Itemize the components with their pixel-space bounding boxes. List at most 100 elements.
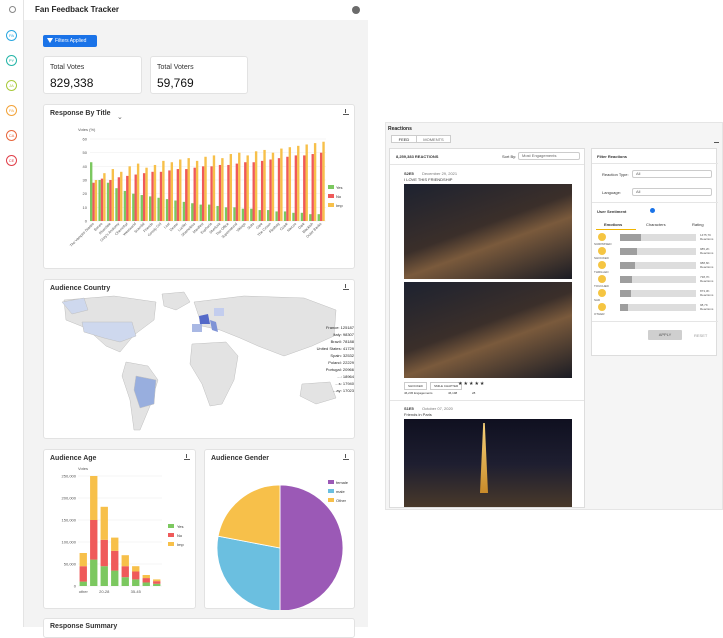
filters-applied-button[interactable]: Filters Applied (43, 35, 97, 47)
bar (311, 154, 314, 221)
emotion-bar-fill (620, 234, 642, 241)
bar (120, 171, 123, 221)
emotion-count: 988,6K Reactions (700, 261, 714, 269)
bar (233, 207, 236, 221)
tag-shocked[interactable]: SHOCKED (404, 382, 427, 390)
emotion-label: SHOCKED (594, 256, 609, 260)
emotion-bar[interactable] (620, 262, 696, 269)
bar (191, 203, 194, 221)
emotion-list: SURPRISED 1475,7K Reactions SHOCKED 985,2K … (592, 233, 718, 317)
tab-feed[interactable]: FEED (391, 135, 417, 143)
bar (109, 180, 112, 221)
info-icon[interactable] (650, 208, 655, 213)
legend-label: male (336, 489, 345, 494)
emotion-count: 873,3K Reactions (700, 289, 714, 297)
bar (204, 156, 207, 221)
reactions-panel: Reactions FEED MOMENTS 8,259,383 REACTIO… (385, 122, 723, 510)
y-tick-label: 50 (83, 150, 88, 155)
y-tick-label: 200,000 (62, 496, 77, 501)
tab-emotions[interactable]: Emotions (604, 222, 622, 227)
bar (275, 211, 278, 221)
response-by-title-chart: Votes (%) 0 10 20 30 40 50 60 The Vampire Diarie… (69, 114, 343, 248)
sentiment-label: User Sentiment (597, 209, 627, 214)
bar (132, 579, 140, 586)
map-usa (81, 321, 137, 343)
language-select[interactable]: All (632, 188, 712, 196)
bar (246, 155, 249, 221)
bar (159, 171, 163, 221)
eiffel-tower-shape (480, 423, 488, 493)
rail-item[interactable]: PA (6, 105, 17, 116)
bar (153, 583, 161, 586)
kpi-value: 59,769 (157, 76, 194, 90)
pie-slice (279, 484, 344, 610)
emotion-bar[interactable] (620, 248, 696, 255)
country-value: ...ay: 17023 (333, 388, 354, 393)
audience-country-card: Audience Country France: 125187 Italy: 98… (43, 279, 355, 439)
tab-characters[interactable]: Characters (646, 222, 666, 227)
post-image-bottom[interactable] (404, 282, 572, 378)
download-icon[interactable] (714, 138, 719, 143)
bar (292, 212, 295, 221)
bar (111, 169, 115, 221)
bar (90, 162, 93, 221)
bar (271, 152, 275, 221)
bar (269, 159, 272, 221)
bar (286, 156, 289, 221)
bar (132, 566, 140, 572)
bar (185, 169, 188, 221)
tab-moments[interactable]: MOMENTS (417, 135, 451, 143)
emotion-icon (598, 247, 606, 255)
total-votes-card: Total Votes 829,338 (43, 56, 142, 94)
bar (260, 160, 264, 221)
bar (267, 210, 270, 221)
response-summary-card: Response Summary (43, 618, 355, 638)
rating-stars-icon: ★★★★★ (458, 381, 486, 387)
audience-gender-chart: female male Other (216, 480, 349, 610)
legend-swatch (328, 498, 334, 502)
bar (218, 164, 222, 221)
bar (305, 144, 308, 221)
reset-button[interactable]: RESET (694, 333, 707, 338)
emotion-bar[interactable] (620, 290, 696, 297)
bar (121, 566, 129, 578)
bar (79, 581, 87, 586)
bar (195, 160, 199, 221)
bar (317, 214, 320, 221)
country-value: France: 125187 (325, 325, 354, 330)
bar (111, 570, 119, 586)
bar (176, 169, 180, 221)
y-tick-label: 10 (83, 205, 88, 210)
rail-item[interactable]: CA (6, 130, 17, 141)
bar (277, 158, 281, 221)
emotion-bar[interactable] (620, 234, 696, 241)
emotion-bar[interactable] (620, 276, 696, 283)
user-avatar-icon[interactable] (352, 6, 360, 14)
reaction-type-select[interactable]: All (632, 170, 712, 178)
emotion-bar[interactable] (620, 304, 696, 311)
bar (283, 211, 287, 221)
emotion-label: TOUCHED (594, 284, 609, 288)
post-episode: S1E5 (404, 406, 414, 411)
back-icon[interactable] (9, 6, 16, 13)
rail-item[interactable]: CE (6, 155, 17, 166)
rail-item[interactable]: PY (6, 55, 17, 66)
post-image-paris[interactable] (404, 419, 572, 507)
bar (235, 163, 239, 221)
tab-rating[interactable]: Rating (692, 222, 704, 227)
legend-label: No (336, 194, 342, 199)
apply-button[interactable]: APPLY (648, 330, 682, 340)
bar (254, 151, 258, 221)
dashboard-panel: PA PY JA PA CA CE Fan Feedback Tracker Filter… (0, 0, 368, 638)
emotion-icon (598, 233, 606, 241)
bar (111, 550, 119, 571)
audience-age-chart: Votes 0 50,000 100,000 150,000 200,000 250,000… (62, 466, 185, 594)
sort-select[interactable]: Most Engagements (518, 152, 580, 160)
rail-item[interactable]: PA (6, 30, 17, 41)
country-value: ...: 18964 (337, 374, 354, 379)
emotion-bar-fill (620, 262, 636, 269)
emotion-icon (598, 261, 606, 269)
post-image-top[interactable] (404, 184, 572, 279)
rail-item[interactable]: JA (6, 80, 17, 91)
bar (294, 155, 298, 221)
